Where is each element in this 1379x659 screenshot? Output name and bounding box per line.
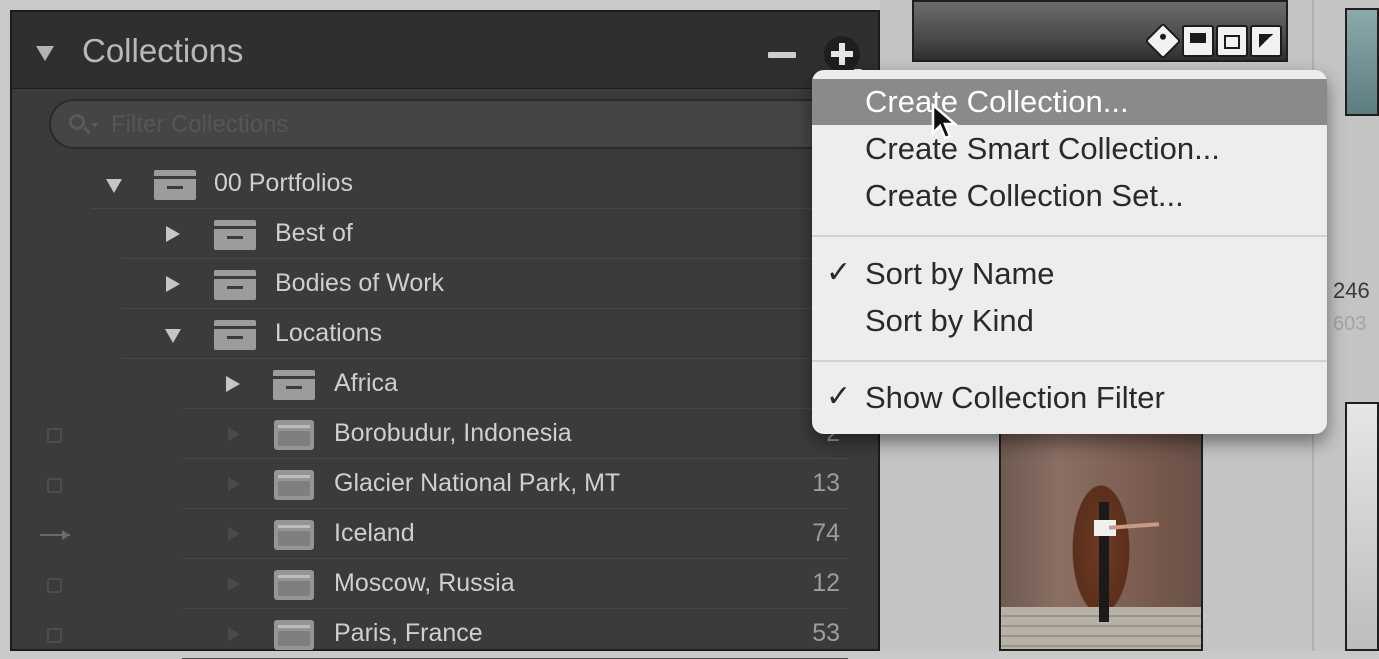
- collapse-triangle-icon[interactable]: [166, 276, 180, 292]
- collection-icon: [274, 520, 314, 550]
- tree-row-count: 53: [812, 619, 840, 647]
- thumbnail-top-right[interactable]: [1345, 8, 1379, 116]
- tree-row-label: Bodies of Work: [275, 269, 445, 297]
- sync-icon[interactable]: [40, 530, 70, 540]
- remove-collection-button[interactable]: [768, 52, 796, 58]
- panel-title: Collections: [82, 32, 244, 69]
- tree-row-label: Best of: [275, 219, 353, 247]
- disabled-triangle-icon: [228, 577, 240, 591]
- collapse-triangle-icon[interactable]: [166, 226, 180, 242]
- tree-row-label: Iceland: [334, 519, 415, 547]
- tree-row-label: Glacier National Park, MT: [334, 469, 621, 497]
- thumbnail-photo[interactable]: [999, 410, 1203, 651]
- grid-cell-index-secondary: 603: [1333, 313, 1367, 335]
- menu-separator: [812, 360, 1327, 362]
- tree-row-label: Borobudur, Indonesia: [334, 419, 572, 447]
- thumbnail-bottom-right[interactable]: [1345, 402, 1379, 651]
- add-collection-button[interactable]: [824, 36, 862, 74]
- menu-item-sort-by-name[interactable]: ✓ Sort by Name: [812, 251, 1327, 297]
- mouse-cursor-icon: [931, 103, 959, 140]
- menu-item-label: Sort by Name: [865, 256, 1055, 291]
- plus-icon-vertical: [839, 43, 845, 65]
- collection-set-icon: [214, 270, 256, 300]
- tree-row-borobudur[interactable]: Borobudur, Indonesia 2: [182, 410, 848, 459]
- keyword-badge-icon[interactable]: [1144, 22, 1182, 60]
- target-checkbox[interactable]: [47, 578, 62, 593]
- tree-row-glacier[interactable]: Glacier National Park, MT 13: [182, 460, 848, 509]
- menu-item-show-collection-filter[interactable]: ✓ Show Collection Filter: [812, 375, 1327, 421]
- disabled-triangle-icon: [228, 627, 240, 641]
- expand-triangle-icon[interactable]: [165, 329, 181, 343]
- menu-item-label: Create Smart Collection...: [865, 131, 1220, 166]
- collections-panel: Collections 00 Portfolios Best of: [10, 10, 880, 659]
- menu-item-label: Sort by Kind: [865, 303, 1034, 338]
- tree-row-bodies-of-work[interactable]: Bodies of Work: [122, 260, 848, 309]
- tree-row-locations[interactable]: Locations: [122, 310, 848, 359]
- develop-badge-icon[interactable]: [1250, 25, 1282, 57]
- filter-collections-input[interactable]: [109, 109, 813, 141]
- photo-figure-arm: [1108, 522, 1160, 530]
- tree-row-moscow[interactable]: Moscow, Russia 12: [182, 560, 848, 609]
- collection-filter[interactable]: [49, 99, 849, 149]
- collections-panel-header[interactable]: Collections: [12, 12, 878, 89]
- target-checkbox[interactable]: [47, 628, 62, 643]
- collection-set-icon: [214, 220, 256, 250]
- disabled-triangle-icon: [228, 427, 240, 441]
- menu-item-sort-by-kind[interactable]: Sort by Kind: [812, 298, 1327, 344]
- collection-set-icon: [154, 170, 196, 200]
- search-icon[interactable]: [69, 114, 85, 130]
- tree-row-africa[interactable]: Africa: [182, 360, 848, 409]
- thumbnail-badges: [1144, 22, 1284, 60]
- grid-cell-index: 246: [1333, 278, 1370, 303]
- tree-row-best-of[interactable]: Best of: [122, 210, 848, 259]
- collection-set-icon: [214, 320, 256, 350]
- menu-item-create-smart-collection[interactable]: Create Smart Collection...: [812, 126, 1327, 172]
- collection-icon: [274, 420, 314, 450]
- tree-row-count: 12: [812, 569, 840, 597]
- tree-row-count: 74: [812, 519, 840, 547]
- checkmark-icon: ✓: [826, 379, 852, 414]
- expand-triangle-icon[interactable]: [106, 179, 122, 193]
- crop-badge-icon[interactable]: [1216, 25, 1248, 57]
- collection-icon: [274, 620, 314, 650]
- tree-row-label: Africa: [334, 369, 398, 397]
- menu-item-label: Create Collection Set...: [865, 178, 1184, 213]
- tree-row-label: Locations: [275, 319, 383, 347]
- target-checkbox[interactable]: [47, 478, 62, 493]
- lightroom-library-window: 246 603 Collections 00 Portf: [0, 0, 1379, 659]
- triangle-down-icon[interactable]: [36, 46, 54, 61]
- tree-row-label: Moscow, Russia: [334, 569, 515, 597]
- tree-row-paris[interactable]: Paris, France 53: [182, 610, 848, 659]
- tree-row-label: Paris, France: [334, 619, 483, 647]
- tree-row-00-portfolios[interactable]: 00 Portfolios: [92, 160, 848, 209]
- menu-item-label: Create Collection...: [865, 84, 1129, 119]
- collection-set-icon: [273, 370, 315, 400]
- menu-item-create-collection[interactable]: Create Collection...: [812, 79, 1327, 125]
- disabled-triangle-icon: [228, 527, 240, 541]
- collapse-triangle-icon[interactable]: [226, 376, 240, 392]
- tree-row-count: 13: [812, 469, 840, 497]
- disabled-triangle-icon: [228, 477, 240, 491]
- menu-item-create-collection-set[interactable]: Create Collection Set...: [812, 173, 1327, 219]
- tree-row-label: 00 Portfolios: [214, 169, 353, 197]
- checkmark-icon: ✓: [826, 255, 852, 290]
- target-checkbox[interactable]: [47, 428, 62, 443]
- tree-row-iceland[interactable]: Iceland 74: [182, 510, 848, 559]
- search-dropdown-icon[interactable]: [91, 123, 99, 128]
- add-collection-menu: Create Collection... Create Smart Collec…: [812, 70, 1327, 434]
- comment-badge-icon[interactable]: [1182, 25, 1214, 57]
- collection-icon: [274, 470, 314, 500]
- collection-icon: [274, 570, 314, 600]
- menu-separator: [812, 235, 1327, 237]
- menu-item-label: Show Collection Filter: [865, 380, 1165, 415]
